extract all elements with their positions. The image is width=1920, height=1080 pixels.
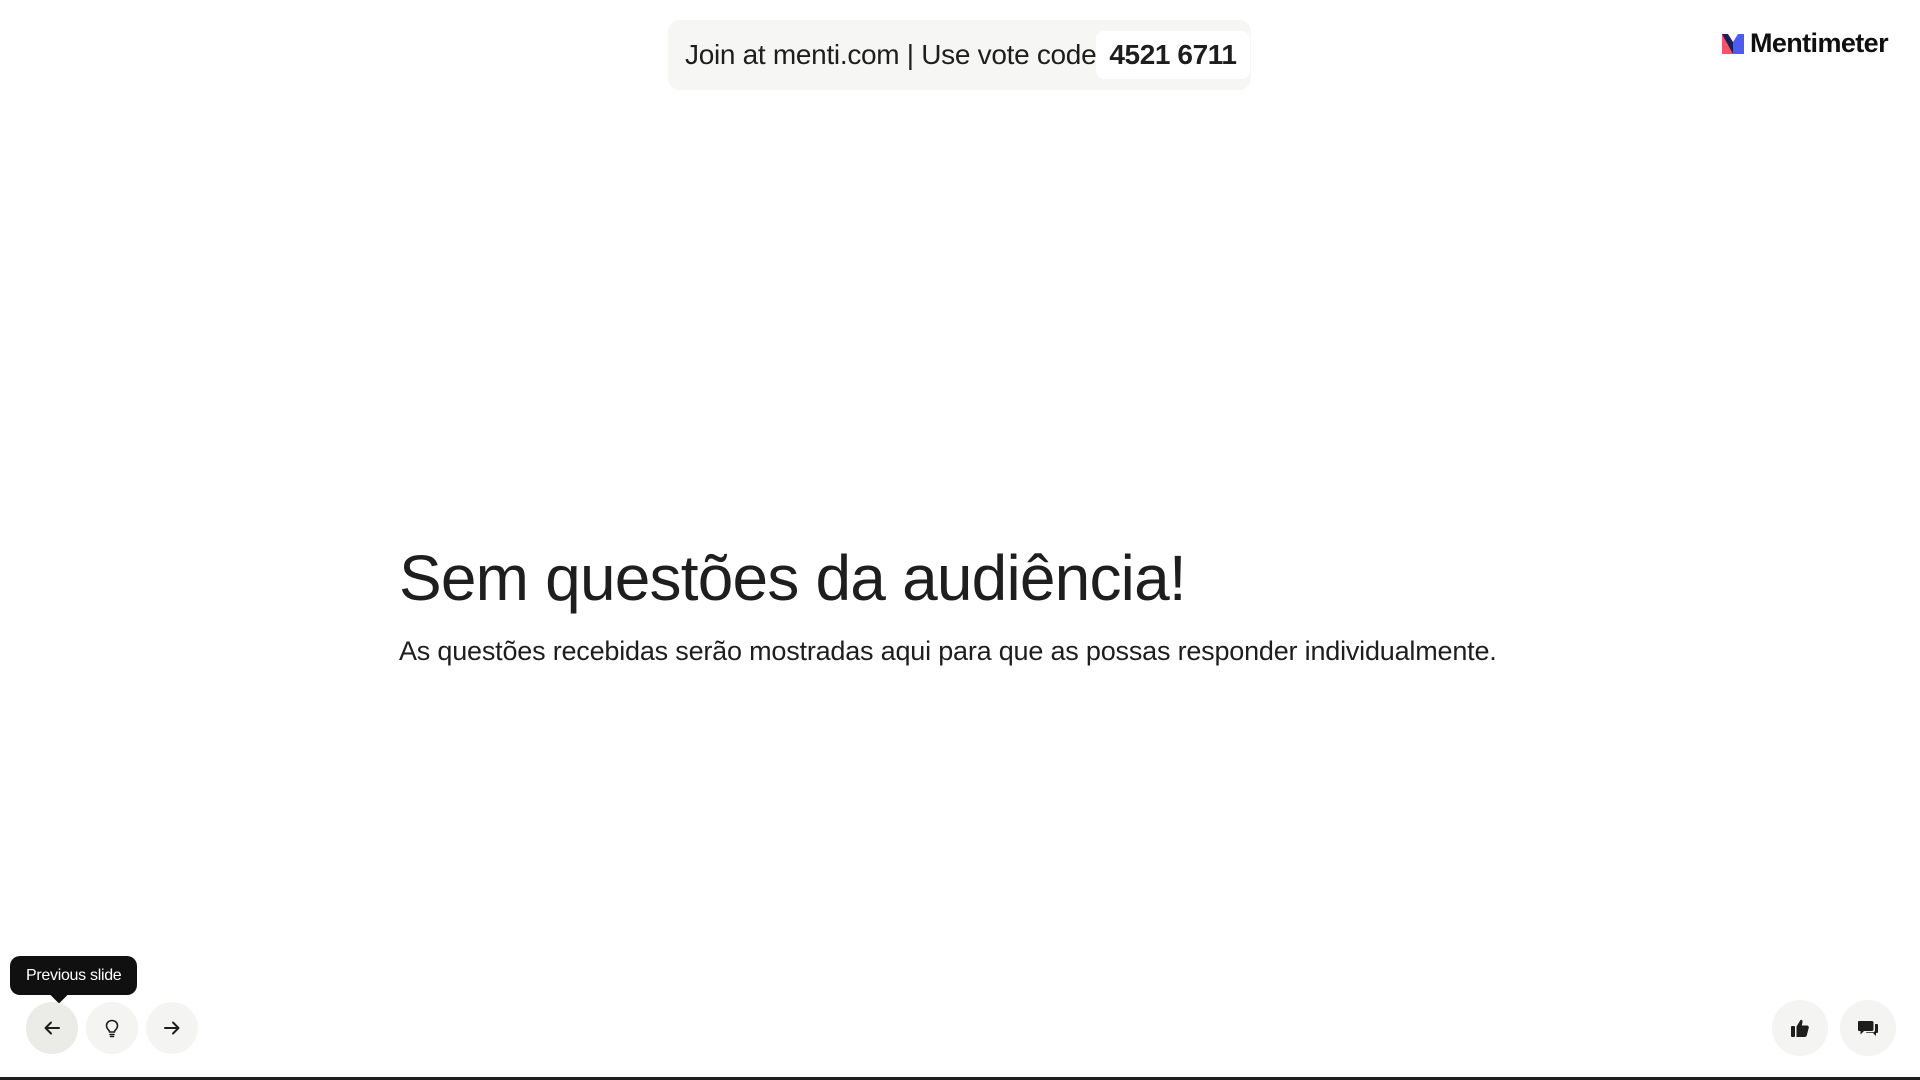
logo-wordmark: Mentimeter [1749,27,1889,58]
vote-code: 4521 6711 [1096,31,1250,79]
presentation-stage: Join at menti.com | Use vote code 4521 6… [0,0,1920,1080]
thumbs-up-icon [1791,1019,1809,1037]
mentimeter-logo: Mentimeter [1721,26,1889,60]
previous-slide-tooltip: Previous slide [10,956,138,995]
join-instructions: Join at menti.com | Use vote code [685,39,1097,70]
arrow-right-icon [164,1021,180,1035]
slide-content: Sem questões da audiência! As questões r… [399,540,1599,668]
reactions-button[interactable] [1772,1000,1828,1056]
next-slide-button[interactable] [146,1002,198,1054]
previous-slide-button[interactable] [26,1002,78,1054]
lightbulb-icon [105,1019,119,1038]
hint-button[interactable] [86,1002,138,1054]
slide-title: Sem questões da audiência! [399,542,1187,614]
audience-qa-button[interactable] [1840,1000,1896,1056]
join-banner: Join at menti.com | Use vote code 4521 6… [668,20,1251,90]
mentimeter-logo-icon [1721,34,1744,54]
chat-bubbles-icon [1858,1021,1878,1036]
slide-subtitle: As questões recebidas serão mostradas aq… [399,636,1497,666]
arrow-left-icon [44,1021,60,1035]
